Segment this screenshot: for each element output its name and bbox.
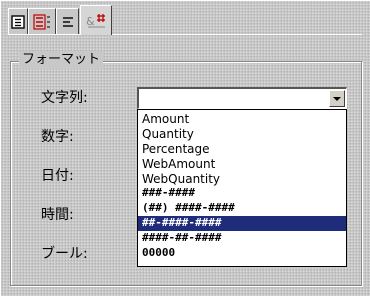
lines-icon <box>62 16 73 27</box>
dropdown-option[interactable]: (##) ####-#### <box>138 201 346 216</box>
boolean-label: ブール: <box>41 246 88 262</box>
tab-list[interactable] <box>28 8 56 34</box>
dropdown-option[interactable]: ####-##-#### <box>138 231 346 246</box>
format-dropdown-list[interactable]: Amount Quantity Percentage WebAmount WebQuan… <box>137 109 347 267</box>
format-icon: & <box>86 13 105 28</box>
dropdown-option[interactable]: WebAmount <box>138 157 346 172</box>
tab-format[interactable]: & <box>80 5 112 35</box>
string-label: 文字列: <box>41 90 88 106</box>
number-label: 数字: <box>41 129 74 145</box>
tab-lines[interactable] <box>56 8 79 34</box>
dropdown-option[interactable]: Quantity <box>138 127 346 142</box>
chevron-down-icon <box>333 96 341 101</box>
tab-strip-divider <box>8 34 362 35</box>
dropdown-option[interactable]: Percentage <box>138 142 346 157</box>
date-label: 日付: <box>41 168 74 184</box>
dropdown-option[interactable]: 00000 <box>138 246 346 261</box>
group-title: フォーマット <box>19 51 104 69</box>
svg-text:&: & <box>86 15 95 28</box>
dropdown-option[interactable]: WebQuantity <box>138 172 346 187</box>
time-label: 時間: <box>41 207 74 223</box>
list-icon <box>33 13 50 30</box>
dropdown-option[interactable]: ##-####-#### <box>138 216 346 232</box>
dropdown-option[interactable]: Amount <box>138 112 346 127</box>
dropdown-button[interactable] <box>329 90 345 107</box>
format-properties-panel: & フォーマット 文字列: 数字: 日付: 時間: ブール: Amount Qua… <box>0 0 370 296</box>
string-format-combo[interactable] <box>137 87 347 109</box>
dropdown-option[interactable]: ###-#### <box>138 186 346 201</box>
document-icon <box>11 14 25 29</box>
tab-general[interactable] <box>8 8 28 34</box>
